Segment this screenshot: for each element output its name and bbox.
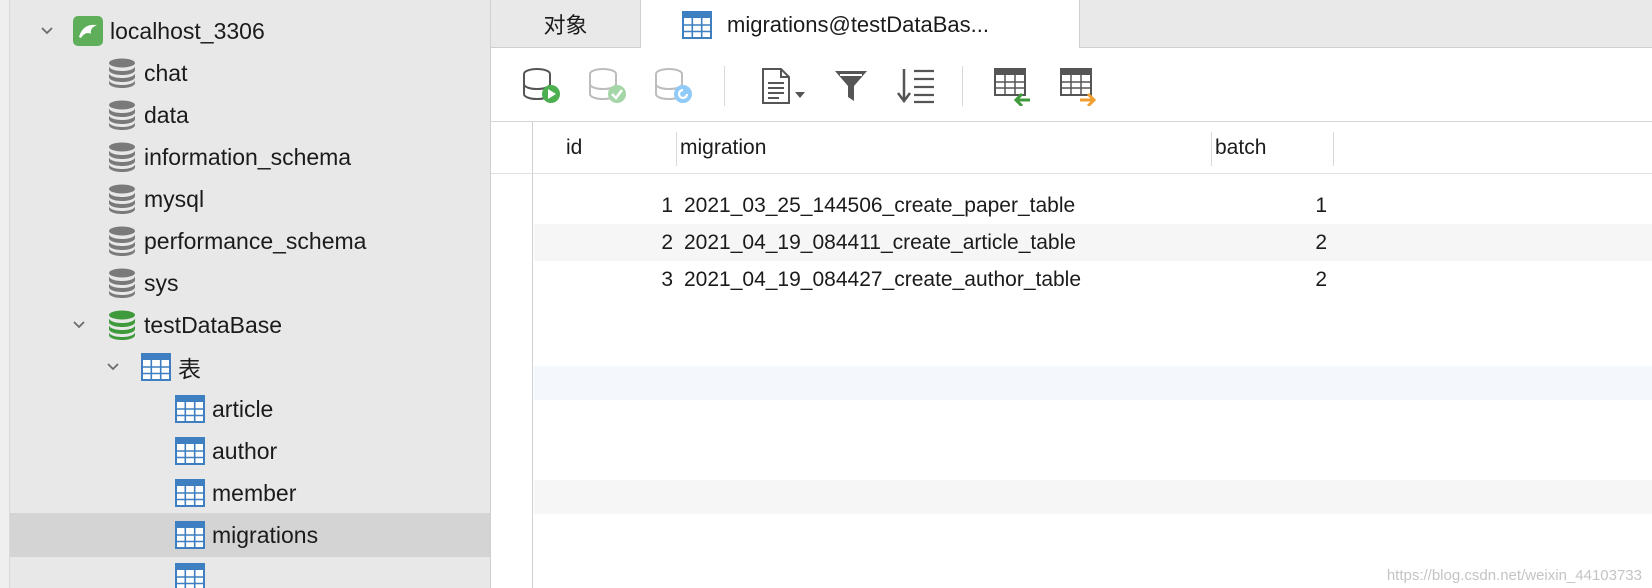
table-icon bbox=[174, 561, 206, 588]
import-icon bbox=[994, 68, 1030, 106]
rollback-button[interactable] bbox=[652, 65, 696, 107]
tree-item-database[interactable]: sys bbox=[10, 261, 490, 305]
mysql-connection-icon bbox=[72, 15, 104, 47]
import-button[interactable] bbox=[991, 65, 1035, 107]
table-icon bbox=[174, 477, 206, 509]
tab-bar: 对象 migrations@testDataBas... bbox=[491, 0, 1652, 49]
connection-tree: localhost_3306 chat data information_sch… bbox=[10, 0, 491, 588]
sort-button[interactable] bbox=[894, 65, 938, 107]
table-row[interactable]: 2 2021_04_19_084411_create_article_table… bbox=[534, 224, 1652, 261]
table-icon bbox=[174, 519, 206, 551]
cell-id[interactable]: 1 bbox=[534, 187, 673, 224]
chevron-down-icon[interactable] bbox=[68, 314, 90, 336]
table-row[interactable]: 3 2021_04_19_084427_create_author_table … bbox=[534, 261, 1652, 298]
toolbar-separator bbox=[724, 66, 725, 106]
filter-icon bbox=[835, 71, 867, 101]
tab-label: migrations@testDataBas... bbox=[727, 11, 989, 37]
tree-item-database[interactable]: data bbox=[10, 93, 490, 137]
begin-transaction-button[interactable] bbox=[520, 65, 564, 107]
commit-icon bbox=[589, 68, 626, 103]
tree-item-tables-group[interactable]: 表 bbox=[10, 345, 490, 389]
tree-item-database[interactable]: performance_schema bbox=[10, 219, 490, 263]
tree-item-database[interactable]: mysql bbox=[10, 177, 490, 221]
tree-item-table[interactable]: author bbox=[10, 429, 490, 473]
table-label: migrations bbox=[212, 521, 319, 548]
filter-button[interactable] bbox=[829, 65, 873, 107]
empty-row-stripe bbox=[534, 480, 1652, 514]
database-label: sys bbox=[144, 269, 179, 296]
cell-migration[interactable]: 2021_04_19_084427_create_author_table bbox=[684, 261, 1081, 298]
cell-id[interactable]: 3 bbox=[534, 261, 673, 298]
tree-item-database[interactable]: information_schema bbox=[10, 135, 490, 179]
grid-header: id migration batch bbox=[491, 122, 1652, 174]
data-grid: id migration batch 1 2021_03_25_144506_c… bbox=[491, 122, 1652, 588]
cell-batch[interactable]: 2 bbox=[1215, 224, 1327, 261]
column-header-id[interactable]: id bbox=[566, 122, 582, 174]
database-icon bbox=[106, 99, 138, 131]
tables-folder-icon bbox=[140, 351, 172, 383]
database-icon bbox=[106, 141, 138, 173]
toolbar-separator bbox=[962, 66, 963, 106]
database-label: performance_schema bbox=[144, 227, 367, 254]
database-label: data bbox=[144, 101, 189, 128]
column-separator[interactable] bbox=[1211, 132, 1212, 166]
database-label: chat bbox=[144, 59, 188, 86]
database-label: mysql bbox=[144, 185, 205, 212]
tables-group-label: 表 bbox=[178, 356, 201, 382]
row-gutter bbox=[491, 122, 533, 588]
tree-item-table-selected[interactable]: migrations bbox=[10, 513, 490, 557]
table-row[interactable]: 1 2021_03_25_144506_create_paper_table 1 bbox=[534, 187, 1652, 224]
cell-batch[interactable]: 1 bbox=[1215, 187, 1327, 224]
column-header-migration[interactable]: migration bbox=[680, 122, 766, 174]
table-label: article bbox=[212, 395, 274, 422]
sort-icon bbox=[897, 69, 934, 104]
database-label: information_schema bbox=[144, 143, 352, 170]
database-icon bbox=[106, 57, 138, 89]
column-header-batch[interactable]: batch bbox=[1215, 122, 1266, 174]
tree-item-database[interactable]: chat bbox=[10, 51, 490, 95]
start-transaction-icon bbox=[523, 68, 560, 103]
rollback-icon bbox=[655, 68, 692, 103]
cell-migration[interactable]: 2021_03_25_144506_create_paper_table bbox=[684, 187, 1075, 224]
tab-migrations-table[interactable]: migrations@testDataBas... bbox=[641, 0, 1080, 49]
cell-id[interactable]: 2 bbox=[534, 224, 673, 261]
empty-row-stripe bbox=[534, 366, 1652, 400]
export-icon bbox=[1060, 68, 1097, 106]
cell-migration[interactable]: 2021_04_19_084411_create_article_table bbox=[684, 224, 1076, 261]
tree-item-open-database[interactable]: testDataBase bbox=[10, 303, 490, 347]
tab-label: 对象 bbox=[543, 13, 588, 38]
database-icon bbox=[106, 183, 138, 215]
table-icon bbox=[174, 393, 206, 425]
database-icon bbox=[106, 225, 138, 257]
text-view-button[interactable] bbox=[756, 65, 812, 107]
tab-objects[interactable]: 对象 bbox=[491, 0, 641, 48]
table-icon bbox=[174, 435, 206, 467]
commit-button[interactable] bbox=[586, 65, 630, 107]
tree-item-table-partial[interactable] bbox=[10, 555, 490, 588]
cell-batch[interactable]: 2 bbox=[1215, 261, 1327, 298]
tree-item-table[interactable]: member bbox=[10, 471, 490, 515]
background-window-edge bbox=[0, 0, 10, 588]
chevron-down-icon[interactable] bbox=[102, 356, 124, 378]
database-icon bbox=[106, 267, 138, 299]
open-database-icon bbox=[106, 309, 138, 341]
text-icon bbox=[762, 68, 805, 104]
table-icon bbox=[681, 9, 713, 41]
chevron-down-icon[interactable] bbox=[36, 20, 58, 42]
connection-label: localhost_3306 bbox=[110, 17, 265, 44]
watermark: https://blog.csdn.net/weixin_44103733 bbox=[1386, 567, 1642, 584]
tree-item-connection[interactable]: localhost_3306 bbox=[10, 9, 490, 53]
column-separator[interactable] bbox=[676, 132, 677, 166]
database-label: testDataBase bbox=[144, 311, 283, 338]
table-label: author bbox=[212, 437, 278, 464]
export-button[interactable] bbox=[1057, 65, 1101, 107]
toolbar bbox=[491, 48, 1652, 122]
column-separator[interactable] bbox=[1333, 132, 1334, 166]
tree-item-table[interactable]: article bbox=[10, 387, 490, 431]
table-label: member bbox=[212, 479, 297, 506]
